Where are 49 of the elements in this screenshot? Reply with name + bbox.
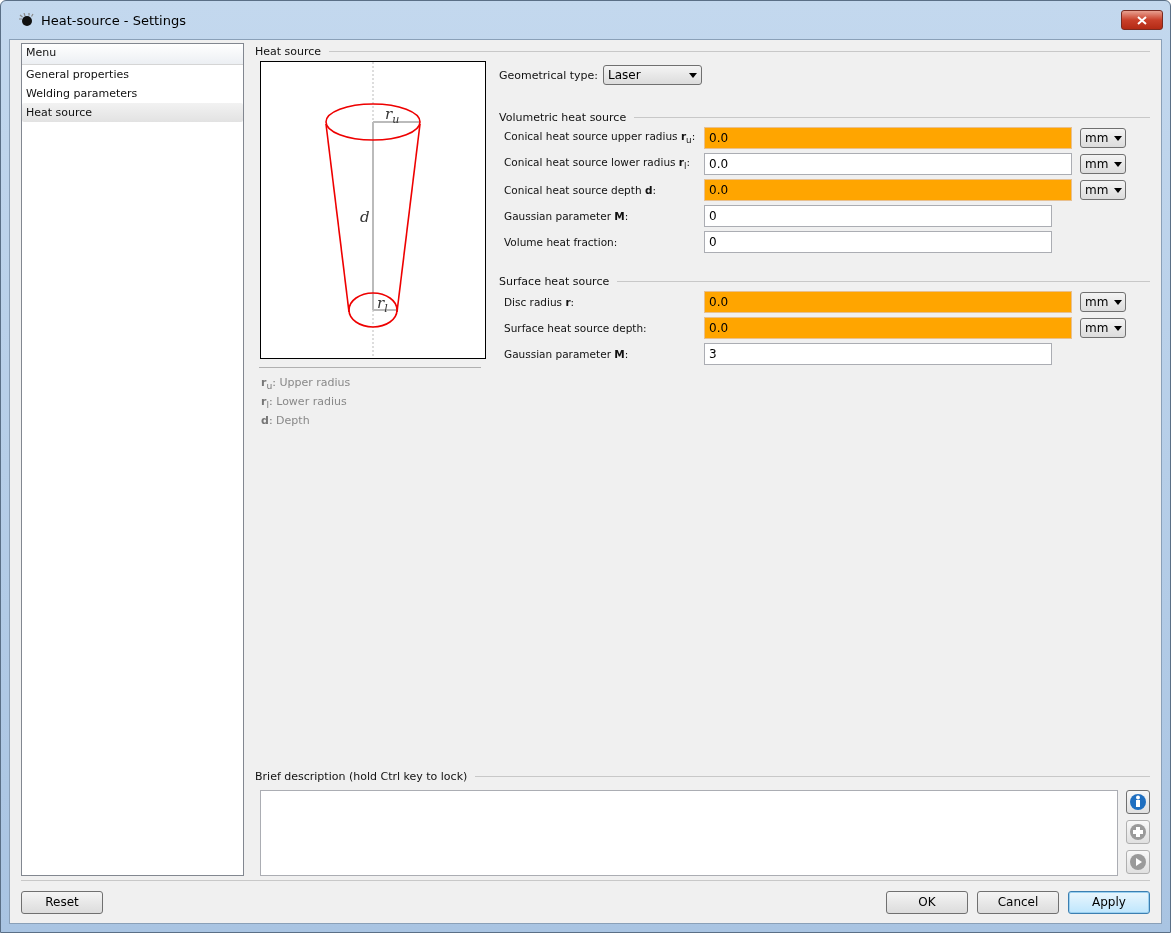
field-label: Geometrical type: xyxy=(499,68,599,82)
type-dropdown[interactable]: Laser xyxy=(603,65,703,85)
group-title: Volumetric heat source xyxy=(499,110,627,124)
sidebar-item[interactable]: Heat source xyxy=(22,103,243,122)
unit-dropdown[interactable]: mm xyxy=(1080,154,1126,174)
field-label: Gaussian parameter M: xyxy=(504,348,630,360)
dialog-button[interactable]: OK xyxy=(886,890,968,914)
depth-label: d xyxy=(360,208,370,226)
unit-dropdown[interactable]: mm xyxy=(1080,128,1126,148)
group-title: Heat source xyxy=(255,44,322,58)
input-field[interactable]: 0 xyxy=(704,205,1052,227)
description-field[interactable] xyxy=(260,790,1118,876)
unit-dropdown[interactable]: mm xyxy=(1080,318,1126,338)
tool-button[interactable] xyxy=(1126,790,1150,814)
lower-radius-label: r$_{l}$ xyxy=(377,294,388,315)
field-label: Conical heat source lower radius r$_{l}$: xyxy=(504,156,691,172)
legend-item: r$_{l}$: Lower radius xyxy=(261,395,348,411)
field-label: Surface heat source depth: xyxy=(504,322,648,334)
close-icon xyxy=(1137,15,1147,25)
input-field[interactable]: 0.0 xyxy=(704,127,1072,149)
field-label: Gaussian parameter M: xyxy=(504,210,630,222)
field-label: Conical heat source depth d: xyxy=(504,184,657,196)
upper-radius-label: r$_{u}$ xyxy=(385,105,400,126)
input-field[interactable]: 3 xyxy=(704,343,1052,365)
window-title: Heat-source - Settings xyxy=(41,12,186,28)
play-icon xyxy=(1129,853,1147,871)
reset-button[interactable]: Reset xyxy=(21,890,103,914)
field-label: Volume heat fraction: xyxy=(504,236,619,248)
close-button[interactable] xyxy=(1121,10,1163,30)
legend-item: d: Depth xyxy=(261,414,311,428)
sidebar-item[interactable]: Welding parameters xyxy=(22,84,243,103)
legend-item: r$_{u}$: Upper radius xyxy=(261,376,352,392)
group-title: Brief description (hold Ctrl key to lock) xyxy=(255,769,468,783)
plus-icon xyxy=(1129,823,1147,841)
sidebar-item[interactable]: General properties xyxy=(22,65,243,84)
info-icon xyxy=(1129,793,1147,811)
dialog-button[interactable]: Apply xyxy=(1068,890,1150,914)
field-label: Disc radius r: xyxy=(504,296,576,308)
app-icon xyxy=(17,13,35,27)
input-field[interactable]: 0.0 xyxy=(704,153,1072,175)
group-title: Surface heat source xyxy=(499,274,610,288)
unit-dropdown[interactable]: mm xyxy=(1080,180,1126,200)
dialog-button[interactable]: Cancel xyxy=(977,890,1059,914)
input-field[interactable]: 0.0 xyxy=(704,291,1072,313)
field-label: Conical heat source upper radius r$_{u}$: xyxy=(504,130,697,146)
input-field[interactable]: 0.0 xyxy=(704,317,1072,339)
input-field[interactable]: 0 xyxy=(704,231,1052,253)
unit-dropdown[interactable]: mm xyxy=(1080,292,1126,312)
input-field[interactable]: 0.0 xyxy=(704,179,1072,201)
